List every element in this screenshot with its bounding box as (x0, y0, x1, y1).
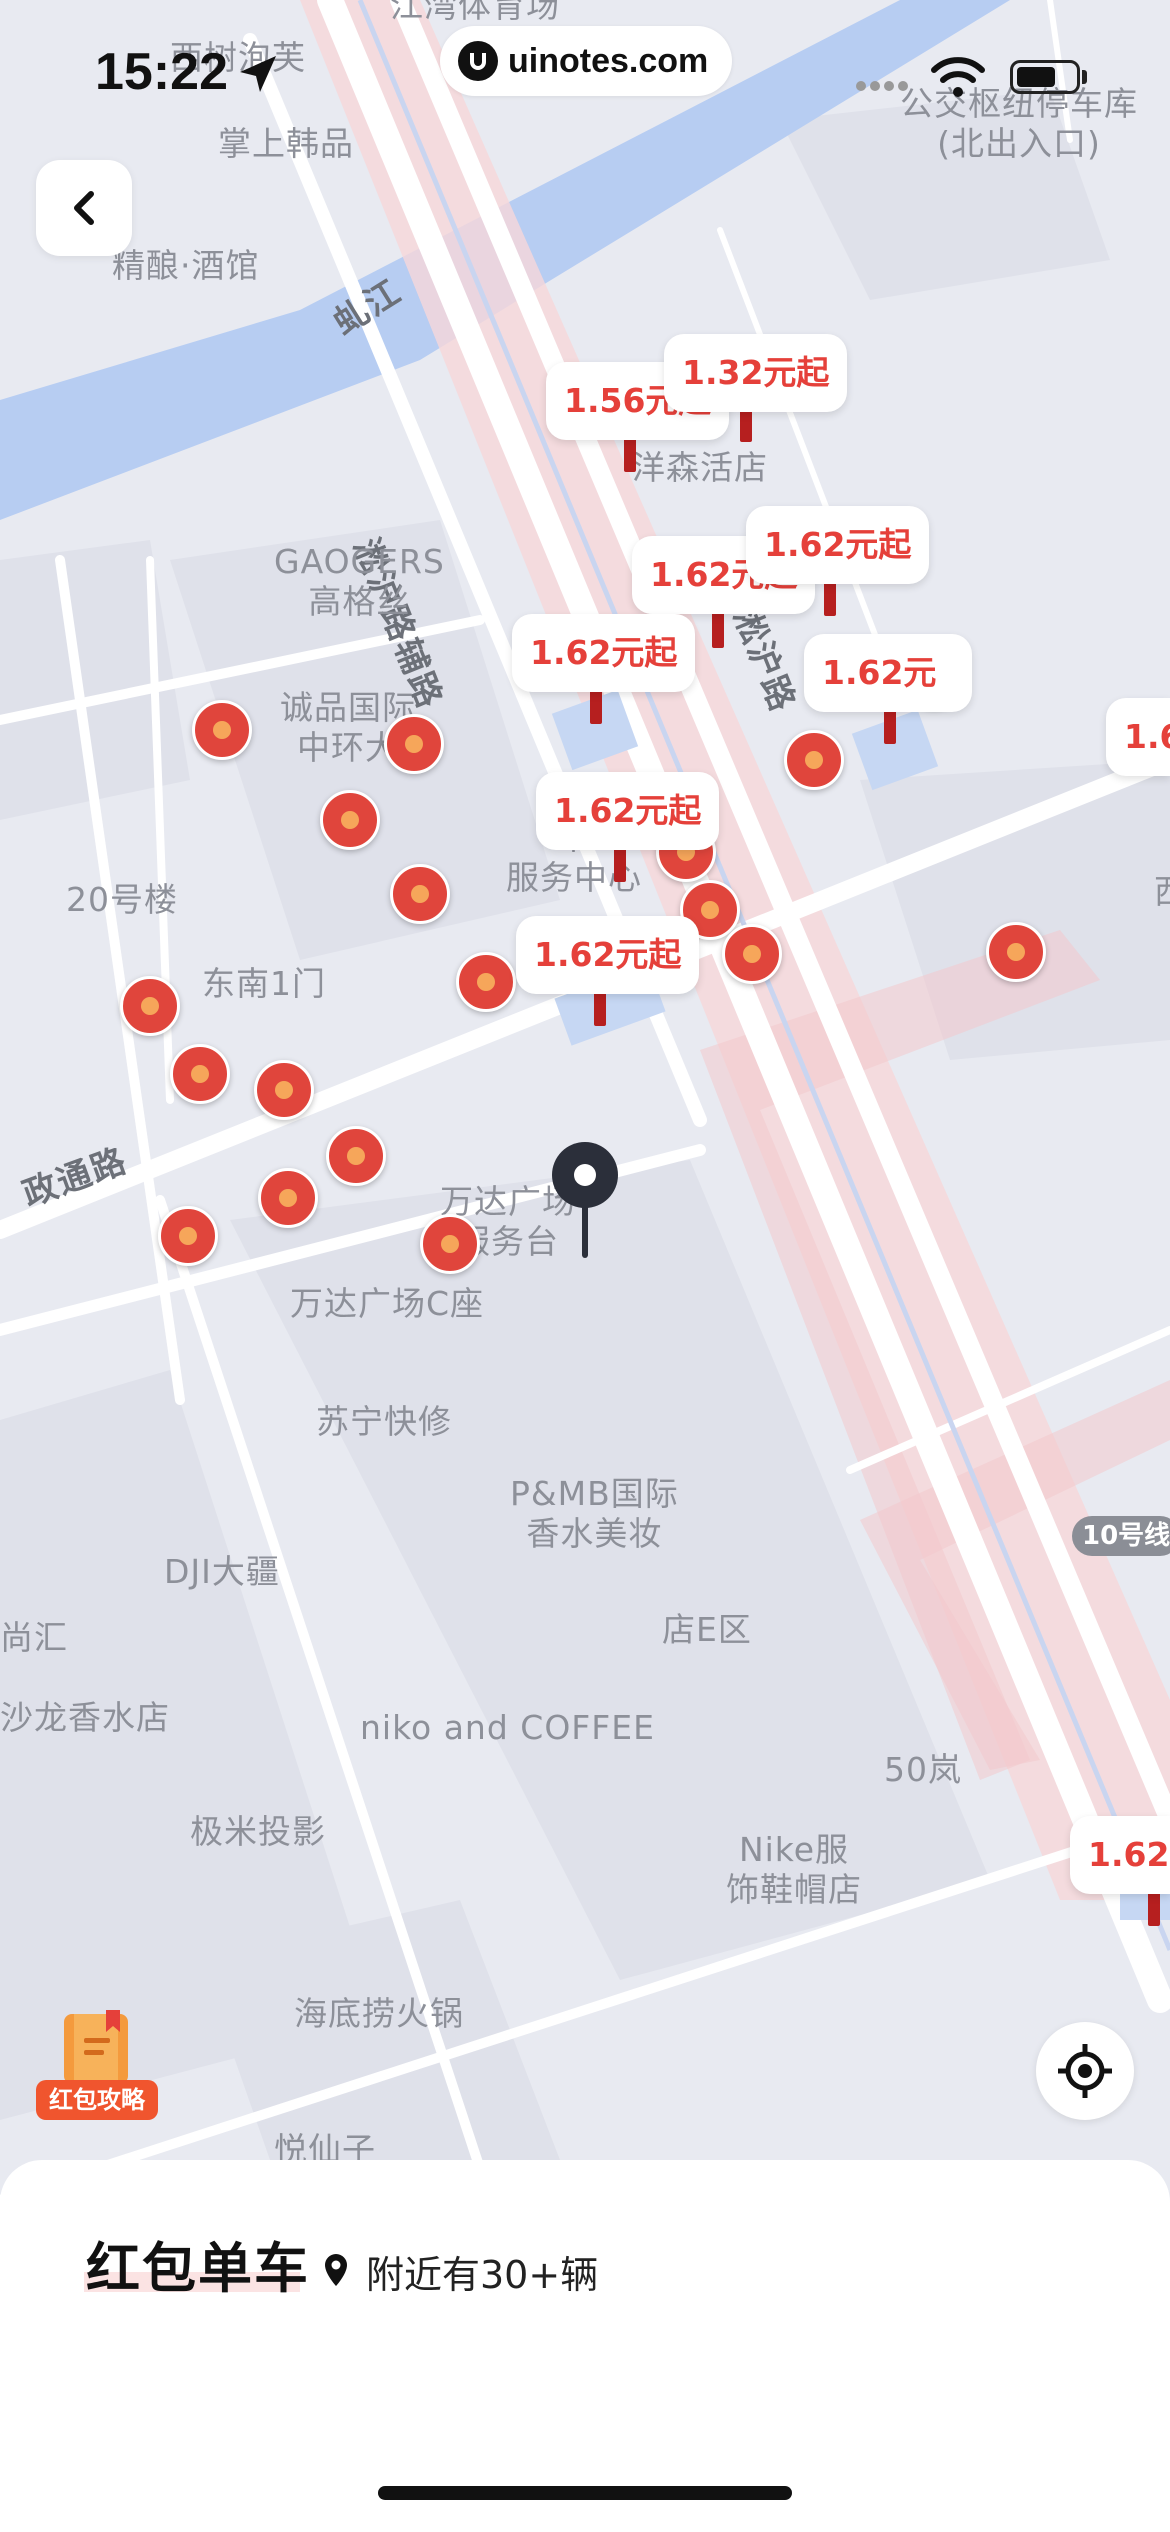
price-tag[interactable]: 1.32元起 (664, 334, 848, 412)
map-pin-icon (325, 2254, 347, 2286)
poi-label: 东南1门 (202, 964, 326, 1003)
status-bar: 15:22 uinotes.com (0, 0, 1170, 150)
price-tag-stem (1148, 1890, 1160, 1926)
bike-marker[interactable] (986, 922, 1046, 982)
poi-label: 万达广场C座 (290, 1284, 485, 1323)
poi-label: 洋森活店 (632, 448, 768, 487)
bike-marker[interactable] (320, 790, 380, 850)
price-tag-stem (624, 436, 636, 472)
chevron-left-icon (74, 191, 94, 225)
gift-book-icon (64, 2010, 128, 2084)
bike-marker[interactable] (326, 1126, 386, 1186)
site-logo-icon (458, 41, 498, 81)
price-tag[interactable]: 1.62元起 (746, 506, 930, 584)
battery-tip (1082, 70, 1087, 84)
locate-me-button[interactable] (1036, 2022, 1134, 2120)
price-tag[interactable]: 1.62元 (804, 634, 972, 712)
price-tag[interactable]: 1.62元起 (512, 614, 696, 692)
wifi-icon (931, 57, 985, 97)
hongbao-guide-label: 红包攻略 (36, 2080, 158, 2120)
bike-marker[interactable] (784, 730, 844, 790)
home-indicator (378, 2486, 792, 2500)
poi-label: 店E区 (662, 1610, 752, 1649)
poi-label: 50岚 (884, 1750, 962, 1789)
sheet-title: 红包单车 (86, 2237, 310, 2300)
crosshair-icon (1058, 2044, 1112, 2098)
bike-marker[interactable] (420, 1214, 480, 1274)
price-tag[interactable]: 1.62元起 (516, 916, 700, 994)
cellular-signal-icon (856, 81, 908, 91)
price-tag[interactable]: 1.62 (1106, 698, 1170, 776)
url-text: uinotes.com (508, 41, 709, 80)
price-tag[interactable]: 1.62元起 (536, 772, 720, 850)
price-tag[interactable]: 1.62元 (1070, 1816, 1170, 1894)
poi-label: 苏宁快修 (316, 1402, 452, 1441)
location-pin-icon (552, 1142, 618, 1258)
bike-marker[interactable] (390, 864, 450, 924)
battery-icon (1010, 60, 1080, 94)
clock: 15:22 (95, 43, 228, 101)
bottom-sheet[interactable]: 红包单车 附近有30+辆 (0, 2160, 1170, 2532)
poi-label: 沙龙香水店 (0, 1698, 170, 1737)
poi-label: 极米投影 (190, 1812, 326, 1851)
poi-label: niko and COFFEE (360, 1708, 655, 1747)
hongbao-guide-button[interactable]: 红包攻略 (36, 2010, 158, 2120)
metro-line-badge: 10号线 (1072, 1516, 1170, 1556)
bike-marker[interactable] (456, 952, 516, 1012)
poi-label: 精酿·酒馆 (112, 246, 260, 285)
url-pill[interactable]: uinotes.com (440, 26, 732, 96)
price-tag-stem (614, 846, 626, 882)
bike-marker[interactable] (258, 1168, 318, 1228)
price-tag-stem (712, 612, 724, 648)
location-arrow-icon (240, 56, 276, 92)
bike-marker[interactable] (158, 1206, 218, 1266)
poi-label: 西 (1154, 872, 1170, 912)
bike-marker[interactable] (722, 924, 782, 984)
poi-label: GAOGERS 高格丝 (274, 542, 445, 621)
bike-marker[interactable] (120, 976, 180, 1036)
bike-marker[interactable] (192, 700, 252, 760)
back-button[interactable] (36, 160, 132, 256)
nearby-count: 附近有30+辆 (366, 2253, 599, 2297)
bike-marker[interactable] (254, 1060, 314, 1120)
bike-marker[interactable] (170, 1044, 230, 1104)
price-tag-stem (590, 688, 602, 724)
price-tag-stem (594, 990, 606, 1026)
price-tag-stem (824, 580, 836, 616)
poi-label: 20号楼 (66, 880, 178, 919)
poi-label: Nike服 饰鞋帽店 (726, 1830, 862, 1909)
poi-label: 海底捞火锅 (294, 1994, 464, 2033)
bike-marker[interactable] (384, 714, 444, 774)
poi-label: DJI大疆 (164, 1552, 280, 1591)
poi-label: 尚汇 (0, 1618, 68, 1657)
price-tag-stem (884, 708, 896, 744)
poi-label: P&MB国际 香水美妆 (510, 1474, 679, 1553)
